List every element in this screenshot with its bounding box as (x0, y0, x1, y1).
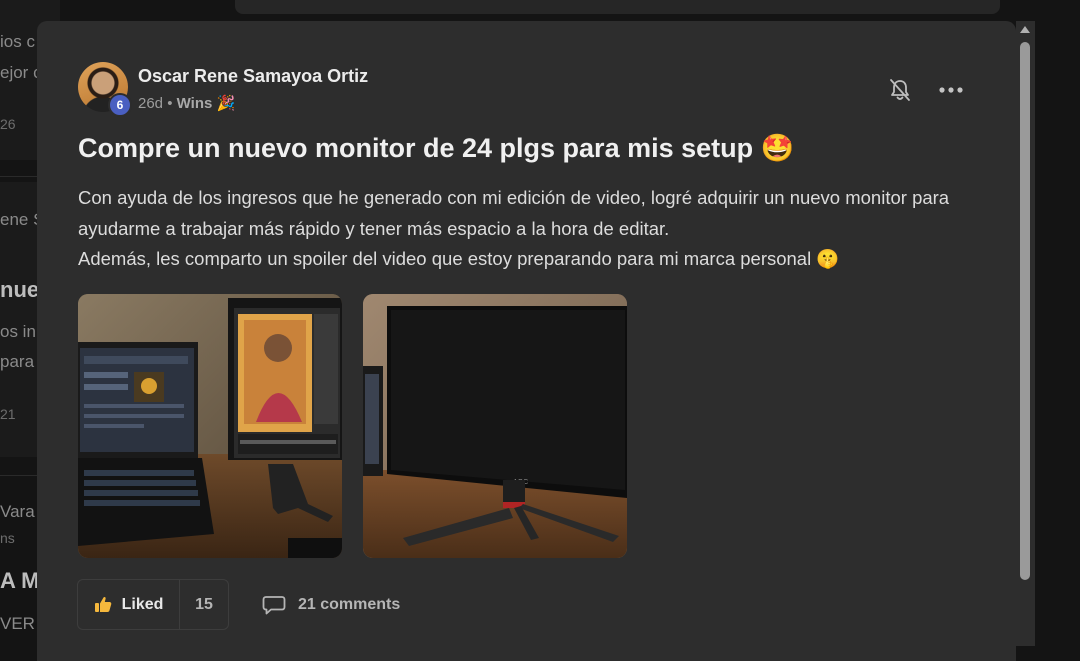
more-dots-icon[interactable] (938, 86, 964, 94)
setup-photo-illustration (78, 294, 342, 558)
comment-bubble-icon (262, 596, 286, 615)
thumbs-up-icon (94, 597, 111, 612)
post-image-monitor[interactable]: AOC (363, 294, 627, 558)
background-top-bar (235, 0, 1000, 14)
background-snippet: A M (0, 568, 40, 593)
monitor-photo-illustration: AOC (363, 294, 627, 558)
post-paragraph: Además, les comparto un spoiler del vide… (78, 248, 840, 269)
author-name[interactable]: Oscar Rene Samayoa Ortiz (138, 66, 368, 87)
meta-separator: • (167, 95, 173, 112)
category-emoji: 🎉 (216, 95, 236, 112)
comments-label: 21 comments (298, 596, 401, 613)
liked-button[interactable]: Liked (78, 580, 180, 629)
background-divider (0, 176, 40, 177)
post-meta: 26d • Wins 🎉 (138, 94, 235, 112)
comments-button[interactable]: 21 comments (262, 591, 400, 619)
background-snippet: VER (0, 614, 35, 633)
level-badge: 6 (108, 93, 132, 117)
background-snippet: 26 (0, 116, 16, 132)
scrollbar-thumb[interactable] (1020, 42, 1030, 580)
background-snippet: Vara (0, 502, 35, 521)
background-snippet: ios c (0, 32, 35, 51)
background-snippet: ejor c (0, 63, 42, 82)
background-snippet: 21 (0, 406, 16, 422)
background-snippet: os in (0, 322, 36, 341)
liked-label: Liked (121, 595, 164, 613)
post-image-setup[interactable] (78, 294, 342, 558)
background-divider (0, 475, 40, 476)
like-control: Liked 15 (77, 579, 229, 630)
scroll-up-arrow[interactable] (1020, 26, 1030, 33)
post-paragraph: Con ayuda de los ingresos que he generad… (78, 187, 950, 239)
background-snippet: para (0, 352, 35, 371)
bell-off-icon[interactable] (889, 78, 911, 102)
post-category[interactable]: Wins (177, 95, 213, 112)
background-snippet: ns (0, 530, 15, 546)
post-time: 26d (138, 95, 164, 112)
post-body: Con ayuda de los ingresos que he generad… (78, 183, 988, 275)
post-title: Compre un nuevo monitor de 24 plgs para … (78, 133, 795, 163)
like-count[interactable]: 15 (180, 580, 228, 629)
